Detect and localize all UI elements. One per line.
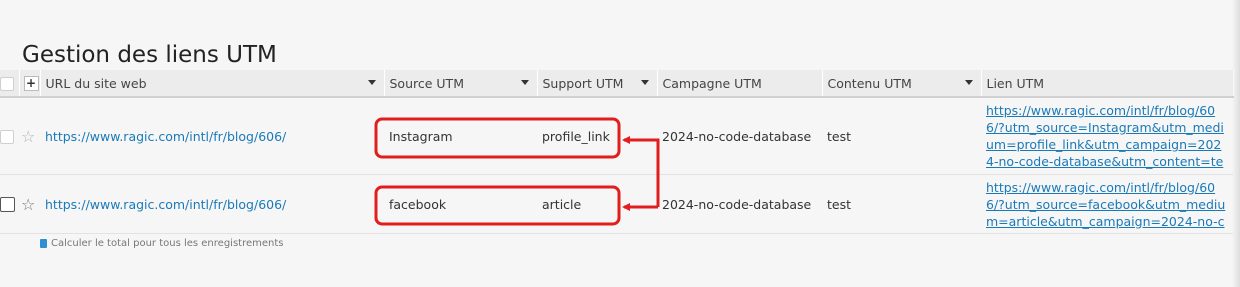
cell-support[interactable]: article	[537, 174, 657, 234]
add-column-cell[interactable]: +	[19, 70, 41, 98]
add-button[interactable]: +	[23, 76, 39, 91]
select-all-cell[interactable]	[0, 70, 20, 98]
cell-content[interactable]: test	[822, 174, 981, 234]
table-row[interactable]: ☆ https://www.ragic.com/intl/fr/blog/606…	[0, 174, 1233, 234]
cell-url[interactable]: https://www.ragic.com/intl/fr/blog/606/	[40, 174, 384, 234]
cell-source[interactable]: Instagram	[384, 97, 537, 175]
column-header-campaign[interactable]: Campagne UTM	[657, 70, 823, 98]
row-select-cell[interactable]	[0, 174, 19, 234]
select-all-checkbox[interactable]	[0, 76, 14, 91]
column-header-support[interactable]: Support UTM	[537, 70, 658, 98]
scroll-edge-shadow	[1232, 0, 1240, 287]
calculate-total-link[interactable]: Calculer le total pour tous les enregist…	[40, 238, 283, 249]
row-checkbox[interactable]	[0, 129, 14, 144]
row-star-cell[interactable]: ☆	[19, 97, 40, 175]
cell-source[interactable]: facebook	[384, 174, 537, 234]
star-icon[interactable]: ☆	[21, 127, 35, 146]
table-row[interactable]: ☆ https://www.ragic.com/intl/fr/blog/606…	[0, 97, 1233, 175]
calculate-total-label: Calculer le total pour tous les enregist…	[51, 238, 284, 249]
utm-links-table: + URL du site web Source UTM Support UTM…	[0, 70, 1234, 234]
utm-link[interactable]: https://www.ragic.com/intl/fr/blog/606/?…	[986, 102, 1229, 170]
calculator-icon	[40, 239, 47, 248]
column-header-link[interactable]: Lien UTM	[981, 70, 1234, 98]
chevron-down-icon[interactable]	[640, 80, 649, 85]
url-link[interactable]: https://www.ragic.com/intl/fr/blog/606/	[45, 197, 286, 212]
cell-support[interactable]: profile_link	[537, 97, 657, 175]
cell-link[interactable]: https://www.ragic.com/intl/fr/blog/606/?…	[981, 174, 1233, 234]
column-header-url[interactable]: URL du site web	[40, 70, 385, 98]
utm-link[interactable]: https://www.ragic.com/intl/fr/blog/606/?…	[986, 179, 1229, 230]
cell-link[interactable]: https://www.ragic.com/intl/fr/blog/606/?…	[981, 97, 1233, 175]
row-checkbox[interactable]	[0, 197, 15, 212]
chevron-down-icon[interactable]	[964, 80, 973, 85]
row-select-cell[interactable]	[0, 97, 19, 175]
chevron-down-icon[interactable]	[520, 80, 529, 85]
page-title: Gestion des liens UTM	[22, 42, 277, 69]
chevron-down-icon[interactable]	[367, 80, 376, 85]
column-header-source[interactable]: Source UTM	[384, 70, 538, 98]
header-row: + URL du site web Source UTM Support UTM…	[0, 70, 1234, 98]
cell-content[interactable]: test	[822, 97, 981, 175]
column-header-content[interactable]: Contenu UTM	[822, 70, 982, 98]
cell-campaign[interactable]: 2024-no-code-database	[657, 97, 822, 175]
cell-campaign[interactable]: 2024-no-code-database	[657, 174, 822, 234]
row-star-cell[interactable]: ☆	[19, 174, 40, 234]
star-icon[interactable]: ☆	[21, 195, 35, 214]
cell-url[interactable]: https://www.ragic.com/intl/fr/blog/606/	[40, 97, 384, 175]
url-link[interactable]: https://www.ragic.com/intl/fr/blog/606/	[45, 129, 286, 144]
